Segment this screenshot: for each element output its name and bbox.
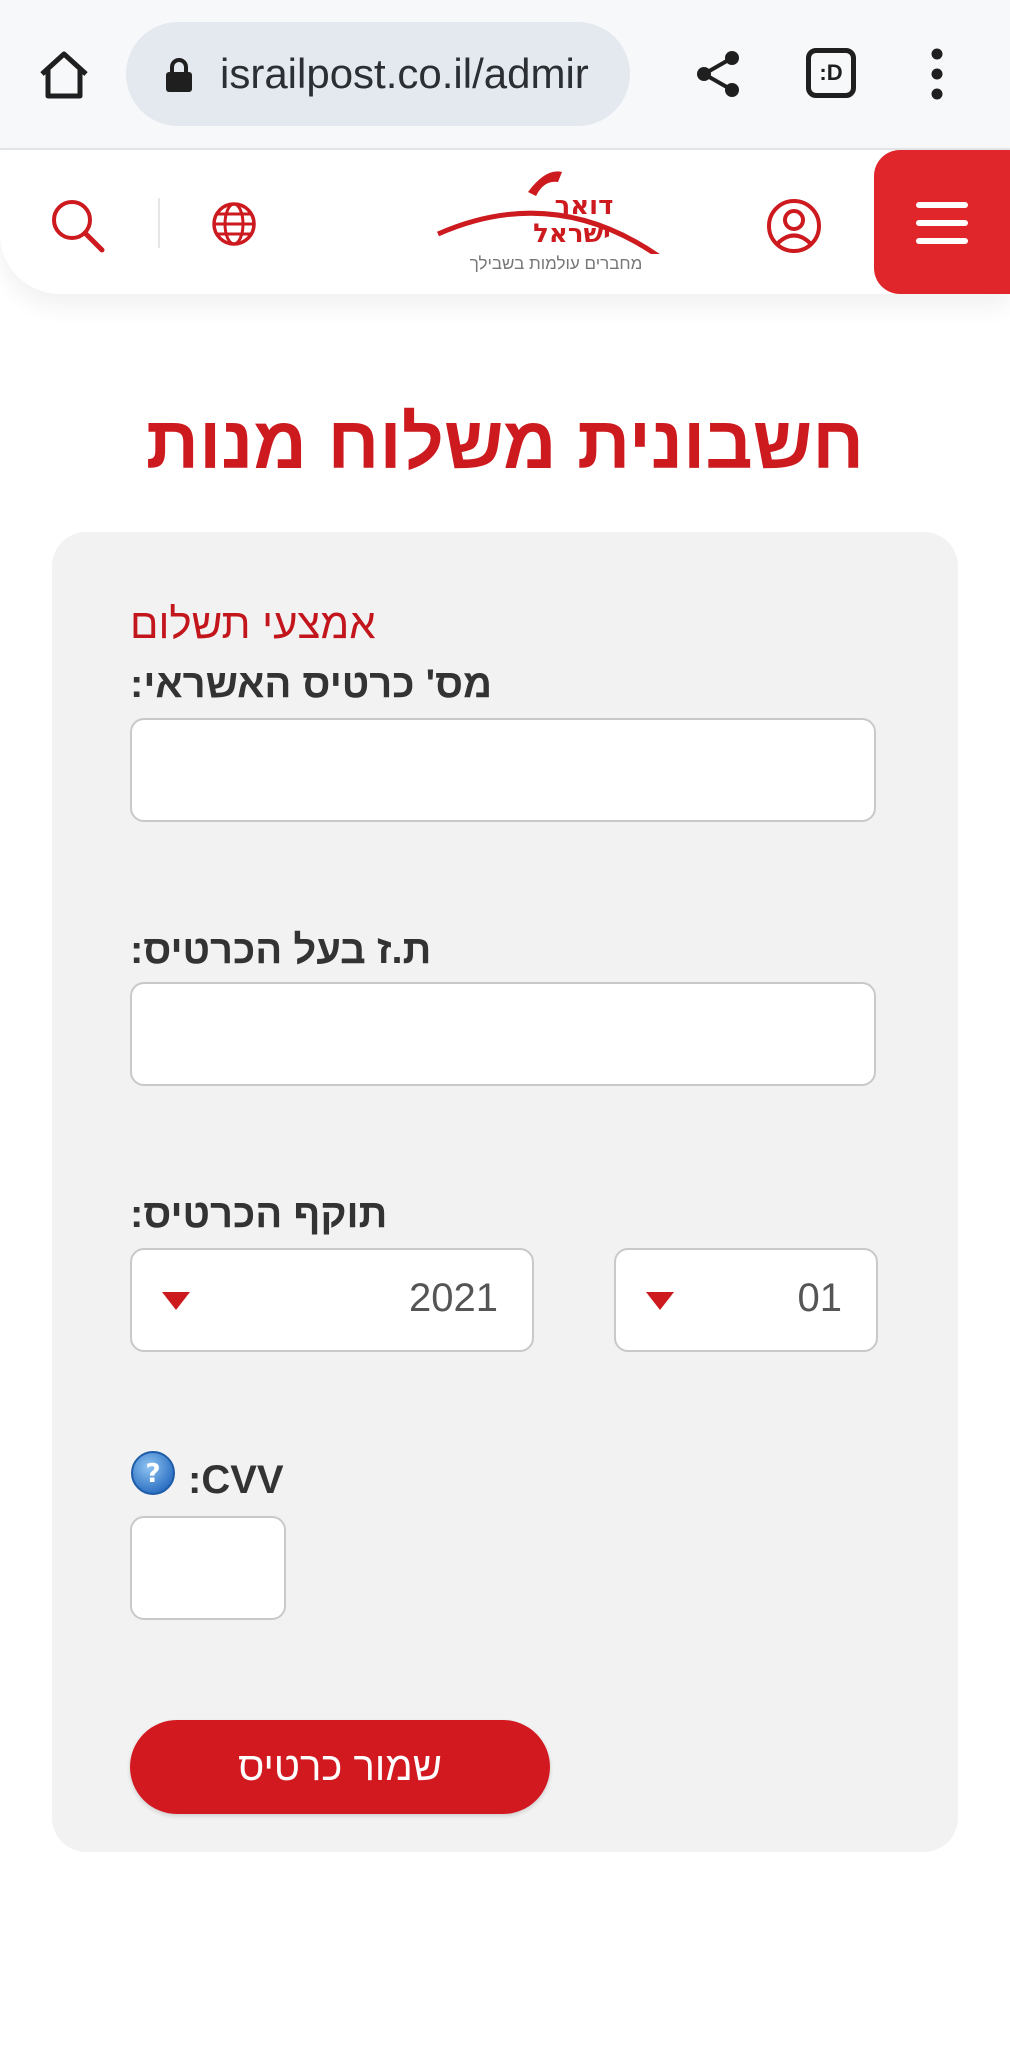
more-vert-icon xyxy=(931,48,943,100)
svg-text:?: ? xyxy=(145,1459,160,1489)
dropdown-arrow-icon xyxy=(646,1292,674,1310)
hamburger-icon xyxy=(916,238,968,244)
language-button[interactable] xyxy=(210,200,258,248)
logo-graphic: דואר ישראל xyxy=(436,171,666,263)
header-divider xyxy=(158,198,160,248)
israel-post-logo[interactable]: דואר ישראל מחברים עולמות בשבילך xyxy=(436,162,676,282)
share-icon xyxy=(697,51,739,97)
card-number-label: מס' כרטיס האשראי: xyxy=(130,662,493,706)
expiry-year-select[interactable]: 2021 xyxy=(130,1248,534,1352)
globe-icon xyxy=(212,202,256,246)
main-menu-button[interactable] xyxy=(874,150,1010,294)
section-label-payment-method: אמצעי תשלום xyxy=(130,600,376,647)
more-options-button[interactable] xyxy=(922,46,952,102)
home-button[interactable] xyxy=(36,46,92,102)
payment-form-card: אמצעי תשלום מס' כרטיס האשראי: ת.ז בעל הכ… xyxy=(52,532,958,1852)
account-button[interactable] xyxy=(766,198,822,254)
cvv-input[interactable] xyxy=(130,1516,286,1620)
expiry-month-value: 01 xyxy=(797,1276,843,1320)
share-button[interactable] xyxy=(690,46,746,102)
card-number-input[interactable] xyxy=(130,718,876,822)
save-card-button[interactable]: שמור כרטיס xyxy=(130,1720,550,1814)
lock-icon xyxy=(166,58,192,92)
search-button[interactable] xyxy=(48,196,108,256)
logo-text-line2: ישראל xyxy=(533,219,611,249)
dropdown-arrow-icon xyxy=(162,1292,190,1310)
browser-toolbar: israilpost.co.il/admir :D xyxy=(0,0,1010,150)
search-icon xyxy=(52,200,105,253)
logo-text-line1: דואר xyxy=(555,191,614,221)
expiry-month-select[interactable]: 01 xyxy=(614,1248,878,1352)
card-holder-id-input[interactable] xyxy=(130,982,876,1086)
expiry-year-value: 2021 xyxy=(409,1276,498,1320)
logo-tagline: מחברים עולמות בשבילך xyxy=(469,254,643,273)
home-icon xyxy=(40,51,88,99)
hamburger-icon xyxy=(916,220,968,226)
cvv-label: :CVV xyxy=(188,1458,284,1502)
user-icon xyxy=(767,199,821,253)
card-expiry-label: תוקף הכרטיס: xyxy=(130,1192,388,1236)
card-holder-id-label: ת.ז בעל הכרטיס: xyxy=(130,928,432,972)
address-bar[interactable]: israilpost.co.il/admir xyxy=(126,22,630,126)
site-header: דואר ישראל מחברים עולמות בשבילך xyxy=(0,150,1010,294)
page-title: חשבונית משלוח מנות xyxy=(145,401,865,484)
help-icon[interactable]: ? xyxy=(130,1450,176,1496)
url-text: israilpost.co.il/admir xyxy=(220,50,589,97)
tabs-button[interactable]: :D xyxy=(806,48,856,98)
hamburger-icon xyxy=(916,202,968,208)
